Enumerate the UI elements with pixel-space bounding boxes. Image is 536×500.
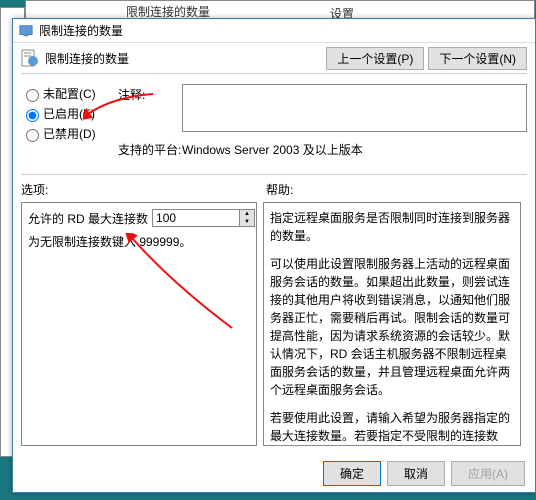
app-icon (19, 24, 33, 38)
spinner-down-button[interactable]: ▼ (240, 218, 254, 226)
toolbar: 限制连接的数量 上一个设置(P) 下一个设置(N) (13, 43, 535, 73)
titlebar[interactable]: 限制连接的数量 (13, 19, 535, 43)
options-label: 选项: (21, 181, 266, 198)
dialog-footer: 确定 取消 应用(A) (323, 461, 525, 486)
radio-group: 未配置(C) 已启用(E) 已禁用(D) (21, 82, 118, 145)
radio-enabled[interactable]: 已启用(E) (21, 105, 118, 122)
help-p2: 可以使用此设置限制服务器上活动的远程桌面服务会话的数量。如果超出此数量，则尝试连… (270, 255, 514, 399)
radio-not-configured-label: 未配置(C) (43, 85, 96, 102)
platform-label: 支持的平台: (118, 139, 182, 158)
apply-button[interactable]: 应用(A) (451, 461, 525, 486)
comment-textarea[interactable] (182, 84, 527, 132)
titlebar-text: 限制连接的数量 (39, 22, 123, 39)
radio-disabled-input[interactable] (26, 129, 39, 142)
policy-dialog: 限制连接的数量 限制连接的数量 上一个设置(P) 下一个设置(N) 未配置(C)… (12, 18, 536, 493)
ok-button[interactable]: 确定 (323, 461, 381, 486)
help-label: 帮助: (266, 181, 293, 198)
help-p1: 指定远程桌面服务是否限制同时连接到服务器的数量。 (270, 209, 514, 245)
radio-enabled-input[interactable] (26, 109, 39, 122)
next-setting-button[interactable]: 下一个设置(N) (428, 47, 527, 70)
cancel-button[interactable]: 取消 (387, 461, 445, 486)
config-area: 未配置(C) 已启用(E) 已禁用(D) 注释: (13, 74, 535, 174)
max-conn-spinner[interactable]: ▲ ▼ (152, 209, 255, 227)
max-conn-input[interactable] (153, 210, 239, 226)
max-conn-label: 允许的 RD 最大连接数 (28, 210, 148, 227)
radio-disabled-label: 已禁用(D) (43, 125, 96, 142)
policy-icon (21, 49, 39, 67)
help-panel[interactable]: 指定远程桌面服务是否限制同时连接到服务器的数量。 可以使用此设置限制服务器上活动… (263, 202, 521, 446)
radio-enabled-label: 已启用(E) (43, 105, 95, 122)
help-p3: 若要使用此设置，请输入希望为服务器指定的最大连接数量。若要指定不受限制的连接数量… (270, 409, 514, 446)
unlimited-note: 为无限制连接数键入 999999。 (28, 233, 250, 250)
background-panel-top: 限制连接的数量 设置 (25, 0, 535, 20)
background-tab-title: 限制连接的数量 (126, 3, 426, 19)
comment-label: 注释: (118, 84, 182, 103)
columns: 允许的 RD 最大连接数 ▲ ▼ 为无限制连接数键入 999999。 指定远程桌… (13, 202, 535, 454)
toolbar-title: 限制连接的数量 (45, 50, 322, 67)
radio-not-configured-input[interactable] (26, 89, 39, 102)
radio-not-configured[interactable]: 未配置(C) (21, 85, 118, 102)
options-panel: 允许的 RD 最大连接数 ▲ ▼ 为无限制连接数键入 999999。 (21, 202, 257, 446)
prev-setting-button[interactable]: 上一个设置(P) (326, 47, 424, 70)
platform-value: Windows Server 2003 及以上版本 (182, 139, 527, 160)
radio-disabled[interactable]: 已禁用(D) (21, 125, 118, 142)
spinner-up-button[interactable]: ▲ (240, 210, 254, 218)
